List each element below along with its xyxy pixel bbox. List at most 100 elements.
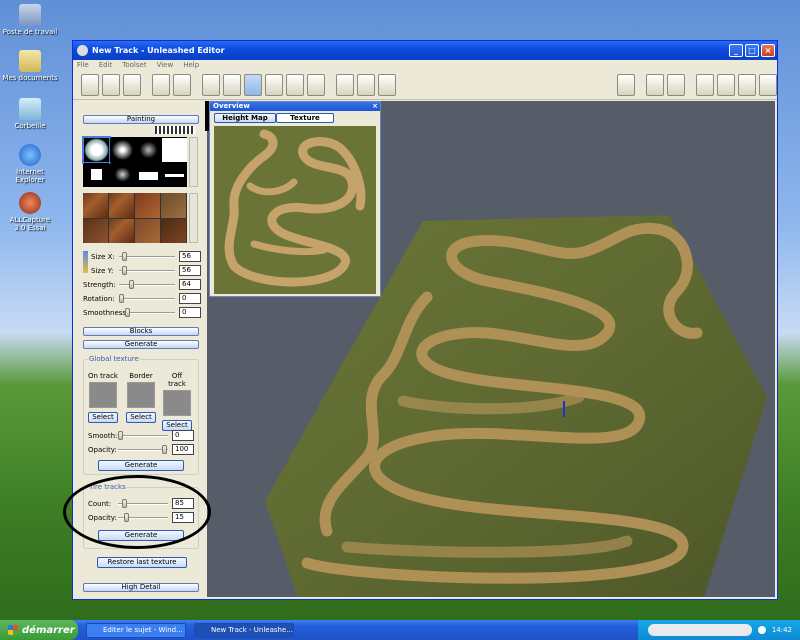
texture-tile[interactable]: [83, 218, 108, 243]
tire-opacity-value[interactable]: 15: [172, 512, 194, 523]
splitter-handle[interactable]: [205, 101, 209, 131]
generate-texture-button[interactable]: Generate: [98, 460, 184, 471]
layer-paint-button[interactable]: [716, 73, 735, 96]
menu-toolset[interactable]: Toolset: [122, 61, 146, 69]
brush-round-fade[interactable]: [136, 138, 161, 162]
brush-wide[interactable]: [136, 162, 161, 186]
menu-help[interactable]: Help: [183, 61, 199, 69]
strength-row: Strength: 64: [83, 279, 201, 290]
rotation-value[interactable]: 0: [179, 293, 201, 304]
smoothness-slider[interactable]: [125, 307, 175, 317]
overview-title-bar[interactable]: Overview ×: [210, 102, 380, 111]
overview-minimap[interactable]: [214, 126, 376, 294]
menu-edit[interactable]: Edit: [99, 61, 113, 69]
clock[interactable]: 14:42: [772, 626, 792, 634]
desktop-icon-my-documents[interactable]: Mes documents: [0, 50, 60, 82]
texture-tile[interactable]: [135, 193, 160, 218]
light-tool-button[interactable]: [378, 73, 397, 96]
texture-tile[interactable]: [109, 193, 134, 218]
track-tool-button[interactable]: [286, 73, 305, 96]
brush-square-small[interactable]: [84, 162, 109, 186]
new-track-button[interactable]: [81, 73, 100, 96]
sky-tool-button[interactable]: [357, 73, 376, 96]
overview-close-icon[interactable]: ×: [370, 102, 380, 111]
start-button[interactable]: démarrer: [0, 620, 78, 640]
save-button[interactable]: [123, 73, 142, 96]
view-mode-button[interactable]: [617, 73, 636, 96]
texture-tile[interactable]: [161, 193, 186, 218]
painting-section-header[interactable]: Painting: [83, 115, 199, 124]
strength-value[interactable]: 64: [179, 279, 201, 290]
camera-tool-button[interactable]: [335, 73, 354, 96]
border-swatch[interactable]: [127, 382, 155, 408]
redo-button[interactable]: [173, 73, 192, 96]
size-x-slider[interactable]: [119, 251, 175, 261]
wireframe-button[interactable]: [667, 73, 686, 96]
texture-tile[interactable]: [83, 193, 108, 218]
lock-size-toggle[interactable]: [83, 251, 88, 273]
close-button[interactable]: ×: [761, 44, 775, 57]
terrain-tool-button[interactable]: [222, 73, 241, 96]
high-detail-section-header[interactable]: High Detail: [83, 583, 199, 592]
texture-tile[interactable]: [135, 218, 160, 243]
brush-square[interactable]: [162, 138, 187, 162]
opacity-value[interactable]: 100: [172, 444, 194, 455]
brush-round-soft[interactable]: [82, 136, 111, 164]
maximize-button[interactable]: □: [745, 44, 759, 57]
brush-blur[interactable]: [110, 162, 135, 186]
size-x-row: Size X: 56: [91, 251, 201, 262]
opacity-slider[interactable]: [118, 444, 168, 454]
desktop-icon-my-computer[interactable]: Poste de travail: [0, 4, 60, 36]
smooth-value[interactable]: 0: [172, 430, 194, 441]
desktop-icon-recycle-bin[interactable]: Corbeille: [0, 98, 60, 130]
desktop-icon-internet-explorer[interactable]: Internet Explorer: [0, 144, 60, 184]
tab-height-map[interactable]: Height Map: [214, 113, 276, 123]
tool-panel: Painting Size X: 56 Size Y: 56 Strength:…: [79, 101, 205, 595]
generate-tire-tracks-button[interactable]: Generate: [98, 530, 184, 541]
off-track-swatch[interactable]: [163, 390, 191, 416]
menu-file[interactable]: File: [77, 61, 89, 69]
rotation-slider[interactable]: [119, 293, 175, 303]
texture-tile[interactable]: [109, 218, 134, 243]
tab-texture[interactable]: Texture: [276, 113, 334, 123]
media-player-controls[interactable]: [647, 624, 752, 636]
minimize-button[interactable]: _: [729, 44, 743, 57]
blocks-section-header[interactable]: Blocks: [83, 327, 199, 336]
taskbar-item-editor[interactable]: New Track - Unleashe...: [194, 622, 294, 638]
texture-scrollbar[interactable]: [189, 193, 198, 243]
size-y-slider[interactable]: [119, 265, 175, 275]
restore-texture-button[interactable]: Restore last texture: [97, 557, 187, 568]
strength-slider[interactable]: [119, 279, 175, 289]
texture-tool-button[interactable]: [243, 73, 262, 96]
clipboard-button[interactable]: [201, 73, 220, 96]
tray-icon[interactable]: [757, 626, 766, 634]
on-track-swatch[interactable]: [89, 382, 117, 408]
border-select-button[interactable]: Select: [126, 412, 156, 423]
brush-line[interactable]: [162, 162, 187, 186]
tire-opacity-slider[interactable]: [118, 512, 168, 522]
layer-grid-button[interactable]: [695, 73, 714, 96]
menu-view[interactable]: View: [157, 61, 174, 69]
texture-tile[interactable]: [161, 218, 186, 243]
open-button[interactable]: [102, 73, 121, 96]
brush-scrollbar[interactable]: [189, 137, 198, 187]
taskbar-item-forum[interactable]: Editer le sujet - Wind...: [86, 622, 186, 638]
size-x-value[interactable]: 56: [179, 251, 201, 262]
undo-button[interactable]: [151, 73, 170, 96]
view-mode-icons[interactable]: [155, 126, 195, 134]
generate-section-header[interactable]: Generate: [83, 340, 199, 349]
count-value[interactable]: 85: [172, 498, 194, 509]
start-tool-button[interactable]: [307, 73, 326, 96]
size-y-value[interactable]: 56: [179, 265, 201, 276]
object-tool-button[interactable]: [265, 73, 284, 96]
exit-button[interactable]: [759, 73, 778, 96]
brush-round-medium[interactable]: [110, 138, 135, 162]
smoothness-value[interactable]: 0: [179, 307, 201, 318]
layer-objects-button[interactable]: [737, 73, 756, 96]
title-bar[interactable]: New Track - Unleashed Editor _ □ ×: [73, 41, 777, 60]
on-track-select-button[interactable]: Select: [88, 412, 118, 423]
desktop-icon-allcapture[interactable]: ALLCapture 3.0 Essai: [0, 192, 60, 232]
smooth-slider[interactable]: [118, 430, 168, 440]
count-slider[interactable]: [118, 498, 168, 508]
grid-button[interactable]: [645, 73, 664, 96]
